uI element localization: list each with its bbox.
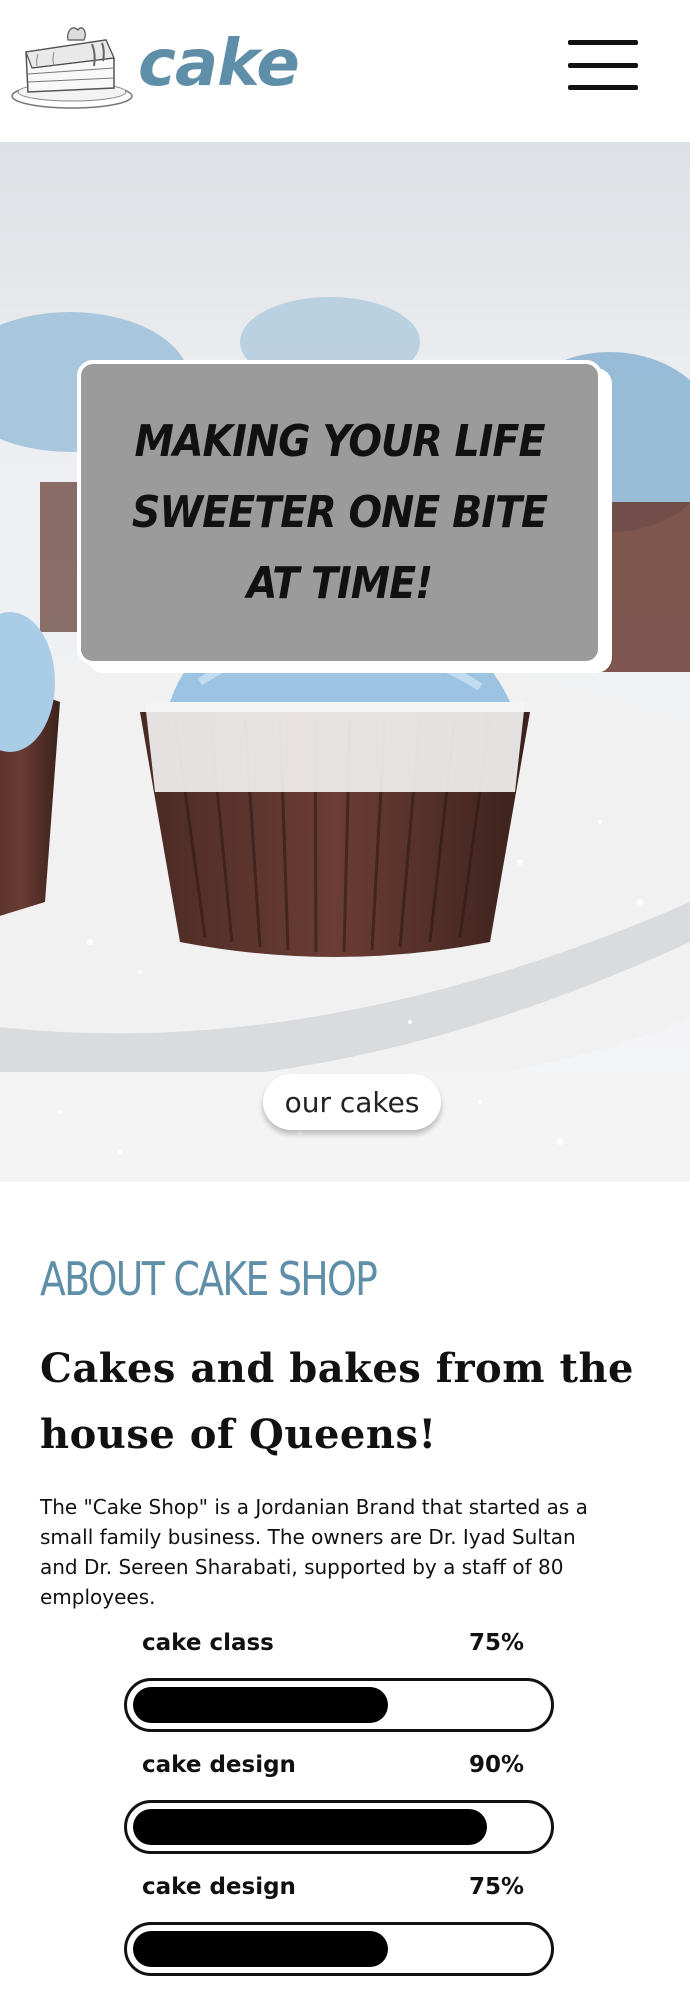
menu-line — [568, 62, 638, 68]
hero-section: MAKING YOUR LIFE SWEETER ONE BITE AT TIM… — [0, 142, 690, 1182]
about-heading: ABOUT CAKE SHOP — [40, 1252, 378, 1306]
our-cakes-button[interactable]: our cakes — [263, 1074, 441, 1130]
skill-name: cake design — [142, 1752, 296, 1778]
site-header: cake — [0, 0, 690, 142]
skill-percent: 90% — [468, 1752, 524, 1778]
progress-bar — [124, 1678, 554, 1732]
skill-cake-design-2: cake design 75% — [124, 1874, 554, 1976]
menu-line — [568, 40, 638, 45]
cake-illustration-icon — [11, 27, 133, 109]
logo-text: cake — [138, 27, 300, 101]
hero-tagline: MAKING YOUR LIFE SWEETER ONE BITE AT TIM… — [131, 416, 548, 609]
progress-fill — [133, 1809, 487, 1845]
skill-percent: 75% — [468, 1874, 524, 1900]
about-text: The "Cake Shop" is a Jordanian Brand tha… — [40, 1495, 588, 1609]
progress-bar — [124, 1922, 554, 1976]
progress-bar — [124, 1800, 554, 1854]
tagline-box: MAKING YOUR LIFE SWEETER ONE BITE AT TIM… — [77, 360, 602, 665]
skill-name: cake class — [142, 1630, 274, 1656]
skill-name: cake design — [142, 1874, 296, 1900]
about-section: ABOUT CAKE SHOP Cakes and bakes from the… — [0, 1182, 690, 2000]
progress-fill — [133, 1687, 388, 1723]
about-title: Cakes and bakes from the house of Queens… — [40, 1345, 634, 1458]
progress-fill — [133, 1931, 388, 1967]
logo[interactable]: cake — [8, 10, 300, 114]
hamburger-menu-icon[interactable] — [568, 40, 638, 90]
skill-cake-design: cake design 90% — [124, 1752, 554, 1854]
menu-line — [568, 85, 638, 90]
skill-percent: 75% — [468, 1630, 524, 1656]
skill-cake-class: cake class 75% — [124, 1630, 554, 1732]
